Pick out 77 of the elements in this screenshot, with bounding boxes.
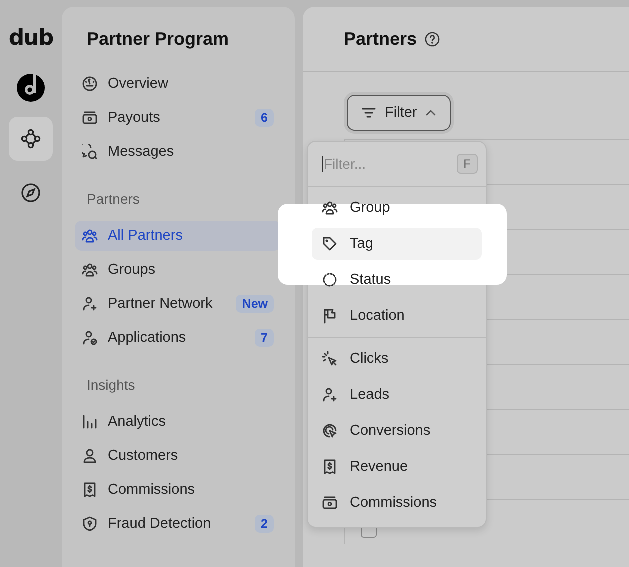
flag-icon <box>322 308 338 324</box>
help-icon[interactable] <box>425 32 440 46</box>
person-plus-icon <box>82 296 98 312</box>
sidebar-item[interactable]: Customers <box>75 441 281 471</box>
menu-item[interactable]: Leads <box>312 379 482 411</box>
count-badge: New <box>236 295 274 313</box>
menu-item[interactable]: Conversions <box>312 415 482 447</box>
compass-icon <box>21 183 41 203</box>
item-label: Location <box>350 308 405 324</box>
sidebar-item[interactable]: Payouts 6 <box>75 103 281 133</box>
people-group-icon <box>82 262 98 278</box>
sidebar-item[interactable]: Partner Network New <box>75 289 281 319</box>
item-label: Clicks <box>350 351 389 367</box>
item-label: Revenue <box>350 459 408 475</box>
menu-item[interactable]: Location <box>312 300 482 332</box>
people-icon <box>322 200 338 216</box>
item-label: Leads <box>350 387 390 403</box>
nodes-icon <box>21 129 41 149</box>
item-label: Groups <box>108 262 157 278</box>
bar-chart-icon <box>82 414 98 430</box>
shortcut-key: F <box>456 154 478 174</box>
logo-text: dub <box>8 26 54 51</box>
count-badge: 7 <box>255 329 274 347</box>
item-label: Applications <box>108 330 188 346</box>
person-check-icon <box>82 330 98 346</box>
section-heading: Insights <box>86 377 136 393</box>
nav-button[interactable] <box>9 117 53 161</box>
sidebar-item[interactable]: Applications 7 <box>75 323 281 353</box>
search-field[interactable]: Filter... <box>322 156 457 172</box>
filter-icon <box>362 107 376 119</box>
sidebar-item[interactable]: All Partners <box>75 221 281 251</box>
item-label: Payouts <box>108 110 162 126</box>
shield-icon <box>82 516 98 532</box>
receipt-icon <box>322 459 338 475</box>
item-label: Overview <box>108 76 170 92</box>
sidebar-item[interactable]: Groups <box>75 255 281 285</box>
cursor-click-icon <box>322 351 338 367</box>
chevron-up-icon <box>426 110 436 116</box>
menu-item[interactable]: Revenue <box>312 451 482 483</box>
item-label: Partner Network <box>108 296 214 312</box>
item-label: Fraud Detection <box>108 516 212 532</box>
page-title: Partners <box>344 28 418 50</box>
workspace-logo-icon <box>16 73 46 103</box>
menu-item[interactable]: Commissions <box>312 487 482 519</box>
count-badge: 6 <box>255 109 274 127</box>
item-label: Status <box>350 272 392 288</box>
item-label: Group <box>350 200 390 216</box>
item-label: All Partners <box>108 228 184 244</box>
cash-icon <box>322 495 338 511</box>
filter-button[interactable]: Filter <box>347 95 452 131</box>
item-label: Tag <box>350 236 374 252</box>
item-label: Commissions <box>108 482 196 498</box>
item-label: Conversions <box>350 423 431 439</box>
cash-icon <box>82 110 98 126</box>
person-icon <box>82 448 98 464</box>
sidebar-item[interactable]: Fraud Detection 2 <box>75 509 281 539</box>
count-badge: 2 <box>255 515 274 533</box>
menu-item[interactable]: Tag <box>312 228 482 260</box>
section-heading: Partners <box>86 191 141 207</box>
dashed-circle-icon <box>322 272 338 288</box>
person-plus-icon <box>322 387 338 403</box>
sidebar-item[interactable]: Analytics <box>75 407 281 437</box>
target-cursor-icon <box>322 423 338 439</box>
menu-item[interactable]: Clicks <box>312 343 482 375</box>
item-label: Analytics <box>108 414 168 430</box>
item-label: Messages <box>108 144 176 160</box>
tag-icon <box>322 236 338 252</box>
item-label: Commissions <box>350 495 438 511</box>
sidebar-item[interactable]: Messages <box>75 137 281 167</box>
menu-item[interactable]: Status <box>312 264 482 296</box>
receipt-icon <box>82 482 98 498</box>
people-icon <box>82 228 98 244</box>
item-label: Customers <box>108 448 180 464</box>
sidebar-item[interactable]: Overview <box>75 69 281 99</box>
menu-item[interactable]: Group <box>312 192 482 224</box>
sidebar-title: Partner Program <box>86 29 230 50</box>
sidebar-item[interactable]: Commissions <box>75 475 281 505</box>
